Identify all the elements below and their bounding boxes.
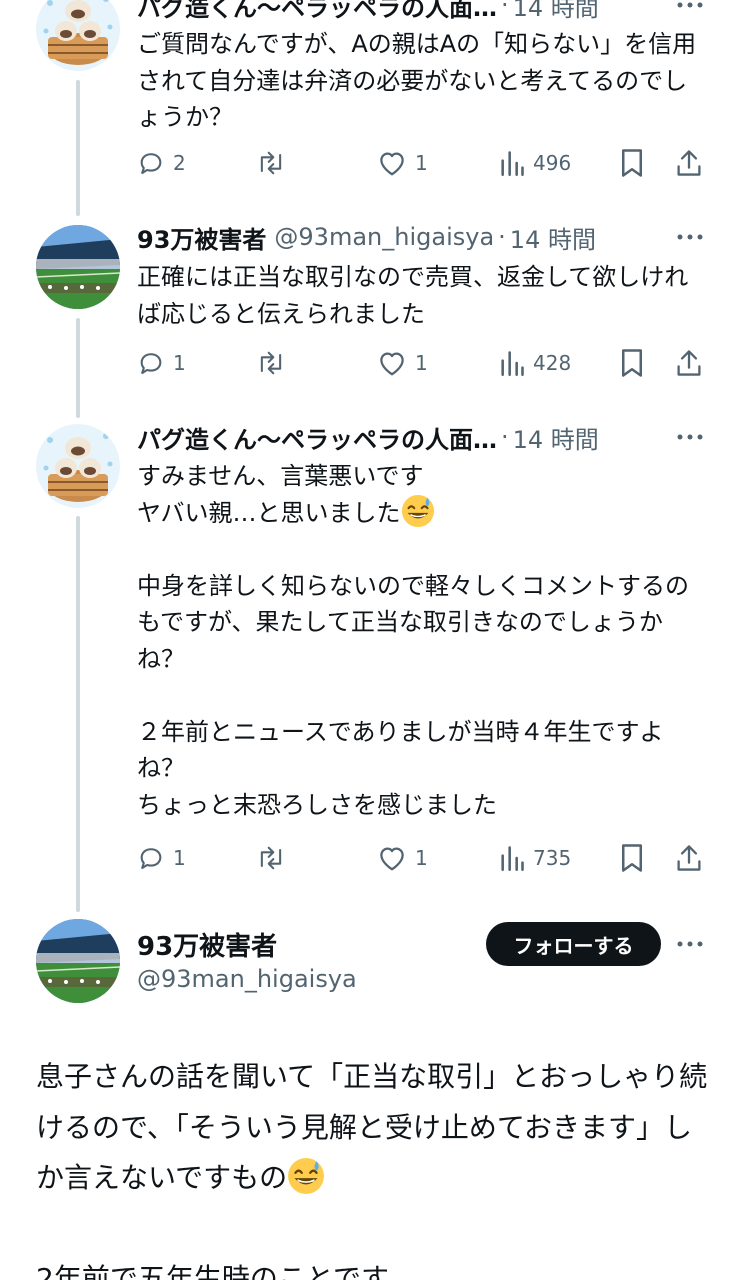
timestamp[interactable]: 14 時間 [513, 420, 599, 455]
more-icon [677, 2, 703, 8]
bookmark-button[interactable] [619, 841, 645, 875]
more-icon [677, 434, 703, 440]
like-count: 1 [415, 846, 428, 870]
separator-dot: · [501, 0, 509, 19]
author-name[interactable]: パグ造くん〜ペラッペラの人面… [137, 420, 497, 455]
views-button[interactable]: 735 [499, 841, 571, 875]
retweet-icon [260, 846, 282, 870]
author-name[interactable]: パグ造くん〜ペラッペラの人面… [137, 0, 497, 23]
like-button[interactable]: 1 [377, 146, 428, 180]
author-name[interactable]: 93万被害者 [137, 220, 266, 255]
bookmark-button[interactable] [619, 146, 645, 180]
separator-dot: · [501, 423, 509, 451]
heart-icon [380, 352, 404, 376]
views-count: 735 [533, 846, 572, 870]
reply-icon [140, 353, 162, 374]
views-icon [501, 151, 524, 176]
more-button[interactable] [675, 0, 705, 20]
avatar[interactable] [36, 919, 120, 1003]
tweet-text: ご質問なんですが、Aの親はAの「知らない」を信用されて自分達は弁済の必要がないと… [137, 30, 697, 131]
author-handle[interactable]: @93man_higaisya [274, 223, 494, 251]
more-icon [677, 941, 703, 947]
views-button[interactable]: 428 [499, 346, 571, 380]
share-icon [677, 150, 701, 176]
like-count: 1 [415, 151, 428, 175]
views-icon [501, 846, 524, 871]
reply-icon [140, 848, 162, 869]
share-button[interactable] [675, 346, 703, 380]
views-button[interactable]: 496 [499, 146, 571, 180]
like-button[interactable]: 1 [377, 841, 428, 875]
reply-count: 1 [173, 351, 186, 375]
pug-avatar-image [36, 0, 120, 71]
tweet-header: パグ造くん〜ペラッペラの人面… · 14 時間 [137, 419, 713, 455]
thread-line [76, 80, 80, 216]
views-count: 496 [533, 151, 572, 175]
timestamp[interactable]: 14 時間 [510, 220, 596, 255]
reply-count: 1 [173, 846, 186, 870]
bookmark-button[interactable] [619, 346, 645, 380]
reply-button[interactable]: 1 [137, 841, 186, 875]
bookmark-icon [622, 149, 642, 177]
sweat-smile-emoji [288, 1158, 325, 1194]
author-handle[interactable]: @93man_higaisya [137, 965, 357, 993]
share-icon [677, 845, 701, 871]
bookmark-icon [622, 349, 642, 377]
sweat-smile-emoji [401, 494, 434, 527]
share-button[interactable] [675, 841, 703, 875]
tweet-text-part: 中身を詳しく知らないので軽々しくコメントするのもですが、果たして正当な取引きなの… [137, 571, 689, 819]
thread-line [76, 318, 80, 418]
like-button[interactable]: 1 [377, 346, 428, 380]
retweet-button[interactable] [255, 146, 295, 180]
pug-avatar-image [36, 424, 120, 508]
more-button[interactable] [675, 422, 705, 452]
retweet-button[interactable] [255, 841, 295, 875]
reply-icon [140, 153, 162, 174]
views-count: 428 [533, 351, 572, 375]
share-button[interactable] [675, 146, 703, 180]
stadium-avatar-image [36, 225, 120, 309]
avatar[interactable] [36, 424, 120, 508]
author-name[interactable]: 93万被害者 [137, 926, 277, 963]
action-bar: 1 1 735 [137, 841, 707, 875]
tweet-header: 93万被害者 @93man_higaisya · 14 時間 [137, 219, 713, 255]
tweet-text: すみません、言葉悪いです ヤバい親…と思いました 中身を詳しく知らないので軽々し… [137, 458, 707, 823]
reply-count: 2 [173, 151, 186, 175]
tweet-header: パグ造くん〜ペラッペラの人面… · 14 時間 [137, 0, 713, 23]
tweet-text-part: すみません、言葉悪いです ヤバい親…と思いました [137, 462, 424, 527]
retweet-button[interactable] [255, 346, 295, 380]
tweet-text-part: 息子さんの話を聞いて「正当な取引」とおっしゃり続けるので、「そういう見解と受け止… [36, 1060, 708, 1194]
retweet-icon [260, 351, 282, 375]
reply-button[interactable]: 1 [137, 346, 186, 380]
timestamp[interactable]: 14 時間 [513, 0, 599, 23]
more-icon [677, 234, 703, 240]
heart-icon [380, 847, 404, 871]
avatar[interactable] [36, 0, 120, 71]
retweet-icon [260, 151, 282, 175]
action-bar: 2 1 496 [137, 146, 707, 180]
views-icon [501, 351, 524, 376]
tweet-text-part: 2年前で五年生時のことです。 [36, 1262, 415, 1280]
more-button[interactable] [675, 222, 705, 252]
stadium-avatar-image [36, 919, 120, 1003]
bookmark-icon [622, 844, 642, 872]
heart-icon [380, 152, 404, 176]
follow-button[interactable]: フォローする [486, 922, 661, 966]
tweet-thread-page: パグ造くん〜ペラッペラの人面… · 14 時間 ご質問なんですが、Aの親はAの「… [0, 0, 743, 1280]
tweet-text: 正確には正当な取引なので売買、返金して欲しければ応じると伝えられました [137, 263, 689, 328]
more-button[interactable] [675, 929, 705, 959]
tweet-text: 息子さんの話を聞いて「正当な取引」とおっしゃり続けるので、「そういう見解と受け止… [36, 1052, 716, 1280]
avatar[interactable] [36, 225, 120, 309]
separator-dot: · [498, 223, 506, 251]
thread-line [76, 516, 80, 912]
share-icon [677, 350, 701, 376]
reply-button[interactable]: 2 [137, 146, 186, 180]
action-bar: 1 1 428 [137, 346, 707, 380]
like-count: 1 [415, 351, 428, 375]
